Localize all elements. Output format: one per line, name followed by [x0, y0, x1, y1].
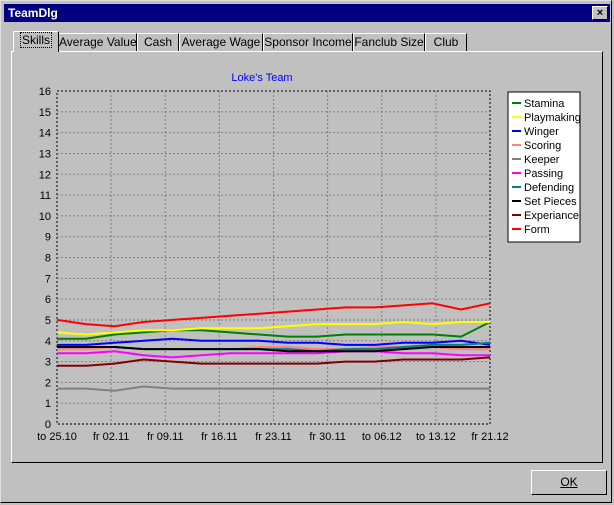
y-tick-label: 13: [39, 148, 51, 160]
skills-chart: Loke's Team 012345678910111213141516 to …: [37, 72, 581, 443]
x-tick-label: to 25.10: [37, 431, 77, 443]
y-tick-label: 8: [45, 253, 51, 265]
y-tick-label: 5: [45, 315, 51, 327]
x-tick-label: fr 16.11: [201, 431, 238, 443]
x-tick-label: fr 21.12: [471, 431, 508, 443]
y-tick-label: 7: [45, 273, 51, 285]
ok-button[interactable]: OK: [531, 470, 607, 495]
y-tick-label: 2: [45, 377, 51, 389]
y-tick-label: 1: [45, 398, 51, 410]
y-tick-label: 6: [45, 294, 51, 306]
legend-label: Experiance: [524, 210, 579, 222]
legend-label: Set Pieces: [524, 196, 577, 208]
y-tick-label: 10: [39, 211, 51, 223]
legend-label: Defending: [524, 182, 574, 194]
tab-sponsor-income[interactable]: Sponsor Income: [263, 33, 353, 51]
close-icon: ×: [596, 7, 604, 19]
x-tick-label: to 13.12: [416, 431, 456, 443]
window-title: TeamDlg: [8, 6, 58, 20]
x-tick-label: fr 02.11: [93, 431, 130, 443]
legend-label: Winger: [524, 126, 559, 138]
legend-label: Form: [524, 224, 550, 236]
y-tick-label: 0: [45, 419, 51, 431]
legend-label: Stamina: [524, 98, 565, 110]
chart-title: Loke's Team: [231, 72, 292, 84]
x-axis: to 25.10 fr 02.11 fr 09.11 fr 16.11 fr 23.11…: [37, 431, 509, 443]
title-bar[interactable]: TeamDlg ×: [4, 4, 610, 22]
legend-label: Keeper: [524, 154, 560, 166]
y-axis: 012345678910111213141516: [39, 86, 51, 431]
legend-label: Passing: [524, 168, 563, 180]
tab-skills[interactable]: Skills: [13, 31, 59, 52]
chart-legend: Stamina Playmaking Winger Scoring Keeper Pass…: [507, 91, 581, 243]
tab-panel: Loke's Team 0 1 2 3 4 5 6 7 8 9 10 11 12 13 14 15 16 to …: [11, 51, 603, 463]
team-dialog-window: TeamDlg × Skills Average Value Cash Aver…: [0, 0, 612, 503]
tab-average-wage[interactable]: Average Wage: [179, 33, 263, 51]
tab-average-value[interactable]: Average Value: [58, 33, 137, 51]
y-tick-label: 4: [45, 336, 51, 348]
chart-grid: [56, 90, 491, 425]
x-tick-label: fr 23.11: [255, 431, 292, 443]
x-tick-label: fr 30.11: [309, 431, 346, 443]
y-tick-label: 15: [39, 107, 51, 119]
y-tick-label: 3: [45, 357, 51, 369]
close-button[interactable]: ×: [592, 6, 608, 20]
y-tick-label: 9: [45, 232, 51, 244]
legend-label: Scoring: [524, 140, 561, 152]
tab-fanclub-size[interactable]: Fanclub Size: [353, 33, 425, 51]
y-tick-label: 14: [39, 128, 51, 140]
x-tick-label: fr 09.11: [147, 431, 184, 443]
tab-club[interactable]: Club: [425, 33, 467, 51]
y-tick-label: 12: [39, 169, 51, 181]
legend-label: Playmaking: [524, 112, 581, 124]
tab-cash[interactable]: Cash: [137, 33, 179, 51]
x-tick-label: to 06.12: [362, 431, 402, 443]
y-tick-label: 16: [39, 86, 51, 98]
y-tick-label: 11: [40, 190, 51, 202]
